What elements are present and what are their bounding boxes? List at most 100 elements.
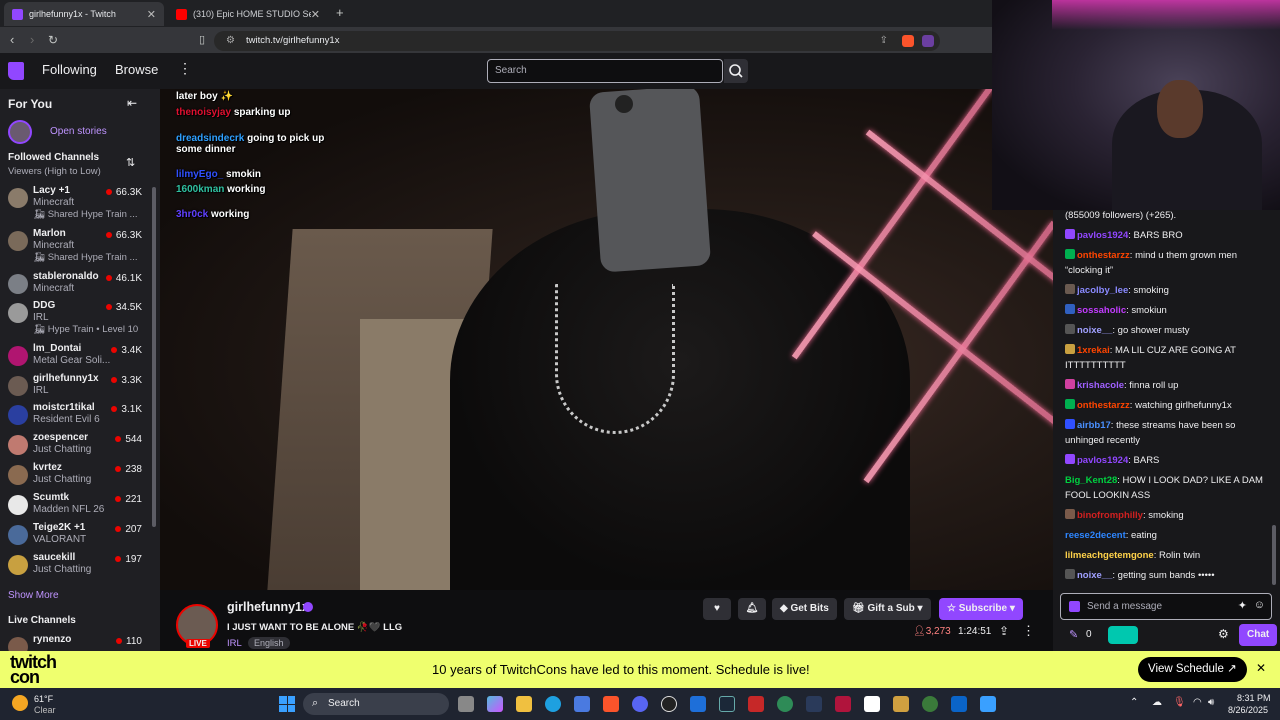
followed-channel-item[interactable]: zoespencer Just Chatting 544 [0, 430, 150, 460]
language-tag[interactable]: English [248, 637, 290, 649]
search-input[interactable]: Search [487, 59, 723, 83]
chat-username[interactable]: onthestarzz [1077, 400, 1130, 411]
get-bits-button[interactable]: ◆ Get Bits [772, 598, 837, 620]
word-icon[interactable] [690, 696, 706, 712]
task-view-icon[interactable] [458, 696, 474, 712]
app-icon[interactable] [893, 696, 909, 712]
app-icon[interactable] [980, 696, 996, 712]
bits-cheer-icon[interactable]: ✦ [1238, 599, 1247, 612]
followed-channel-item[interactable]: DDG IRL 34.5K 🚂︎ Hype Train • Level 10 [0, 298, 150, 335]
back-icon[interactable]: ‹ [10, 32, 14, 48]
windows-start-icon[interactable] [279, 696, 295, 712]
app-icon[interactable] [748, 696, 764, 712]
collapse-sidebar-icon[interactable]: ⇤ [127, 96, 137, 110]
sort-toggle-icon[interactable]: ⇅ [126, 156, 135, 169]
url-bar[interactable]: ⚙ twitch.tv/girlhefunny1x ⇪ [214, 31, 940, 51]
more-options-icon[interactable]: ⋮ [1022, 623, 1035, 639]
discord-icon[interactable] [632, 696, 648, 712]
volume-icon[interactable]: 🔊︎ [1208, 697, 1214, 708]
weather-icon[interactable] [12, 695, 28, 711]
search-button[interactable] [724, 59, 748, 83]
followed-channel-item[interactable]: girlhefunny1x IRL 3.3K [0, 371, 150, 401]
twitch-logo-icon[interactable] [8, 62, 24, 80]
close-banner-icon[interactable]: ✕ [1256, 661, 1266, 675]
reload-icon[interactable]: ↻ [48, 32, 58, 48]
notification-button[interactable]: 🔔︎ [738, 598, 766, 620]
file-explorer-icon[interactable] [516, 696, 532, 712]
chat-username[interactable]: sossaholic [1077, 305, 1126, 316]
more-menu-icon[interactable]: ⋮ [178, 60, 192, 77]
clock-date[interactable]: 8/26/2025 [1228, 705, 1268, 715]
view-schedule-button[interactable]: View Schedule ↗ [1138, 657, 1247, 682]
chrome-icon[interactable] [777, 696, 793, 712]
emote-icon[interactable]: ☺ [1254, 599, 1265, 611]
share-icon[interactable]: ⇪ [999, 624, 1009, 638]
live-channel-item[interactable]: rynenzo 110 [0, 632, 150, 651]
chat-badge-icon[interactable] [1069, 601, 1080, 612]
nav-following[interactable]: Following [42, 62, 97, 77]
store-icon[interactable] [574, 696, 590, 712]
chat-username[interactable]: noixe__ [1077, 325, 1112, 336]
followed-channel-item[interactable]: moistcr1tikal Resident Evil 6 3.1K [0, 400, 150, 430]
app-icon[interactable] [835, 696, 851, 712]
chat-username[interactable]: airbb17 [1077, 420, 1111, 431]
followed-channel-item[interactable]: lm_Dontai Metal Gear Soli... 3.4K [0, 341, 150, 371]
app-icon[interactable] [922, 696, 938, 712]
app-icon[interactable] [806, 696, 822, 712]
chat-username[interactable]: 1xrekai [1077, 345, 1110, 356]
show-more-link[interactable]: Show More [8, 590, 59, 601]
follow-heart-button[interactable]: ♥ [703, 598, 731, 620]
new-tab-button[interactable]: + [336, 5, 344, 20]
share-icon[interactable]: ⇪ [880, 31, 888, 51]
chat-input[interactable]: Send a message ✦ ☺ [1060, 593, 1272, 620]
followed-channel-item[interactable]: Scumtk Madden NFL 26 221 [0, 490, 150, 520]
chat-scrollbar[interactable] [1272, 525, 1276, 585]
followed-channel-item[interactable]: kvrtez Just Chatting 238 [0, 460, 150, 490]
clock-time[interactable]: 8:31 PM [1237, 693, 1271, 703]
close-tab-icon[interactable]: ✕ [311, 8, 320, 21]
chat-username[interactable]: krishacole [1077, 380, 1124, 391]
followed-channel-item[interactable]: Teige2K +1 VALORANT 207 [0, 520, 150, 550]
stories-avatar[interactable] [8, 120, 32, 144]
microphone-icon[interactable]: 🎙︎ [1173, 697, 1186, 708]
chat-username[interactable]: jacolby_lee [1077, 285, 1128, 296]
category-link[interactable]: IRL [227, 638, 242, 649]
subscribe-button[interactable]: ☆ Subscribe ▾ [939, 598, 1023, 620]
steam-icon[interactable] [719, 696, 735, 712]
chat-username[interactable]: reese2decent [1065, 530, 1126, 541]
channel-points-reward-button[interactable] [1108, 626, 1138, 644]
followed-channel-item[interactable]: Lacy +1 Minecraft 66.3K 🚂︎ Shared Hype Trai… [0, 183, 150, 220]
brave-rewards-icon[interactable] [922, 35, 934, 47]
site-info-icon[interactable]: ⚙ [226, 31, 235, 51]
chat-username[interactable]: binofromphilly [1077, 510, 1143, 521]
gift-sub-button[interactable]: 🎁︎ Gift a Sub ▾ [844, 598, 931, 620]
copilot-icon[interactable] [487, 696, 503, 712]
chat-send-button[interactable]: Chat [1239, 624, 1278, 646]
brave-icon[interactable] [603, 696, 619, 712]
chat-username[interactable]: pavlos1924 [1077, 230, 1128, 241]
taskbar-search[interactable]: ⌕ Search [303, 693, 449, 715]
chevron-up-icon[interactable]: ⌃ [1130, 697, 1138, 708]
followed-channel-item[interactable]: stableronaldo Minecraft 46.1K [0, 269, 150, 299]
app-icon[interactable] [864, 696, 880, 712]
browser-tab[interactable]: (310) Epic HOME STUDIO Setup 2025 ✕ [168, 2, 328, 26]
streamer-name[interactable]: girlhefunny1x [227, 600, 309, 614]
sidebar-scrollbar[interactable] [152, 187, 156, 527]
cloud-icon[interactable]: ☁ [1152, 697, 1162, 708]
close-tab-icon[interactable]: ✕ [147, 8, 156, 21]
chat-username[interactable]: Big_Kent28 [1065, 475, 1117, 486]
browser-tab-active[interactable]: girlhefunny1x - Twitch ✕ [4, 2, 164, 26]
outlook-icon[interactable] [951, 696, 967, 712]
followed-channel-item[interactable]: Marlon Minecraft 66.3K 🚂︎ Shared Hype Train… [0, 226, 150, 263]
video-player[interactable]: later boy ✨ thenoisyjay sparking up dreads… [160, 89, 1053, 590]
chat-username[interactable]: pavlos1924 [1077, 455, 1128, 466]
chat-username[interactable]: onthestarzz [1077, 250, 1130, 261]
followed-channel-item[interactable]: saucekill Just Chatting 197 [0, 550, 150, 580]
brave-shield-icon[interactable] [902, 35, 914, 47]
chat-settings-icon[interactable]: ⚙ [1218, 627, 1229, 641]
bookmark-icon[interactable]: ▯ [199, 32, 205, 48]
nav-browse[interactable]: Browse [115, 62, 158, 77]
channel-points-icon[interactable]: ✎ [1069, 628, 1078, 641]
wifi-icon[interactable]: ◠ [1193, 697, 1202, 708]
open-stories-link[interactable]: Open stories [50, 126, 107, 137]
